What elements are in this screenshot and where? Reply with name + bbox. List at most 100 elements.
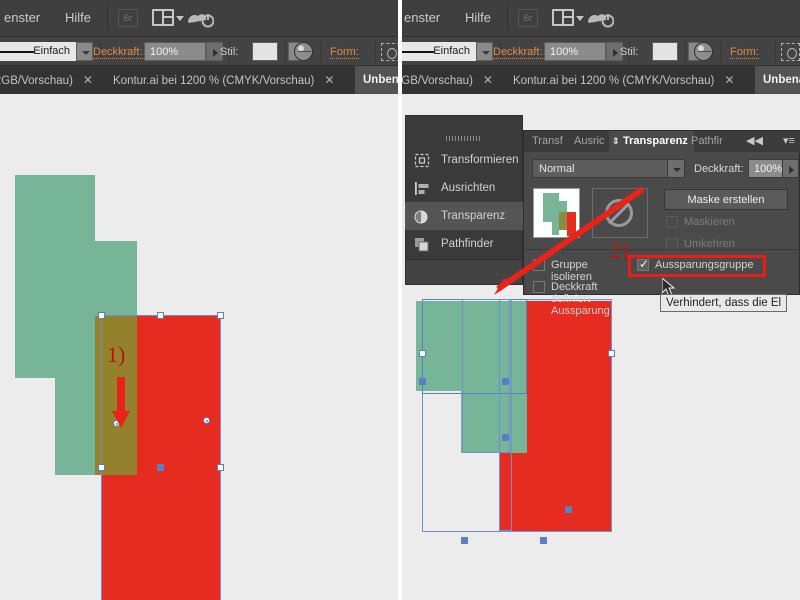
workspace-switcher-icon[interactable] bbox=[586, 10, 615, 28]
annotation-arrow-head-1 bbox=[112, 411, 130, 428]
annotation-arrow-shaft-1 bbox=[117, 377, 125, 413]
green-shape-upper[interactable] bbox=[15, 175, 95, 315]
selection-handle[interactable] bbox=[217, 464, 224, 471]
blend-mode-select[interactable]: Normal bbox=[532, 159, 685, 178]
image-split-divider bbox=[398, 0, 402, 600]
maskieren-checkbox[interactable] bbox=[666, 216, 678, 228]
selection-handle[interactable] bbox=[157, 312, 164, 319]
tab-transformieren[interactable]: Transf bbox=[526, 131, 569, 152]
path-anchor[interactable] bbox=[203, 417, 210, 424]
shape-label[interactable]: Form: bbox=[730, 46, 759, 59]
selection-handle[interactable] bbox=[608, 350, 615, 357]
green-shape-lower[interactable] bbox=[55, 315, 95, 475]
selection-handle[interactable] bbox=[98, 464, 105, 471]
document-tab[interactable]: Kontur.ai bei 1200 % (CMYK/Vorschau) ✕ bbox=[105, 66, 342, 94]
left-screenshot-half: enster Hilfe Br Einfach Deckkraft: 100% … bbox=[0, 0, 400, 600]
stroke-profile-dropdown[interactable] bbox=[76, 42, 93, 61]
document-tab-label: RGB/Vorschau) bbox=[400, 75, 473, 87]
dock-item-label: Transformieren bbox=[441, 154, 519, 166]
close-icon[interactable]: ✕ bbox=[324, 73, 334, 87]
canvas-left[interactable]: 1) bbox=[0, 94, 400, 600]
menu-item-hilfe[interactable]: Hilfe bbox=[465, 10, 491, 25]
close-icon[interactable]: ✕ bbox=[483, 73, 493, 87]
stroke-profile-dropdown[interactable] bbox=[476, 42, 493, 61]
document-tab-active[interactable]: Unbena bbox=[755, 66, 800, 94]
document-tab-label: RGB/Vorschau) bbox=[0, 75, 73, 87]
chevron-down-icon bbox=[576, 16, 584, 21]
annotation-arrow-2 bbox=[494, 186, 645, 295]
bridge-icon[interactable]: Br bbox=[518, 9, 538, 27]
opacity-label[interactable]: Deckkraft: bbox=[493, 46, 543, 59]
selection-handle[interactable] bbox=[217, 312, 224, 319]
bridge-icon[interactable]: Br bbox=[118, 9, 138, 27]
tab-label: Ausric bbox=[574, 135, 605, 147]
opacity-input[interactable]: 100% bbox=[144, 42, 206, 61]
menu-item-fenster[interactable]: enster bbox=[4, 10, 40, 25]
globe-icon[interactable] bbox=[294, 42, 313, 61]
document-tab-active[interactable]: Unbena bbox=[355, 66, 400, 94]
select-similar-icon[interactable] bbox=[781, 43, 800, 61]
tab-label: Pathfir bbox=[691, 135, 723, 147]
stroke-profile-combo[interactable]: Einfach bbox=[400, 42, 476, 61]
annotation-label-1: 1) bbox=[107, 342, 126, 367]
style-swatch-icon[interactable] bbox=[652, 42, 678, 61]
document-tab[interactable]: RGB/Vorschau) ✕ bbox=[400, 66, 501, 94]
path-outline bbox=[499, 299, 512, 531]
document-tab-label: Unbena bbox=[363, 74, 400, 86]
transform-icon bbox=[413, 152, 431, 169]
tooltip: Verhindert, dass die El bbox=[660, 294, 788, 312]
maskieren-label: Maskieren bbox=[684, 216, 735, 228]
menu-bar-right: enster Hilfe Br bbox=[400, 0, 800, 36]
green-shape-step[interactable] bbox=[95, 241, 137, 316]
selection-handle[interactable] bbox=[98, 312, 105, 319]
arrange-documents-icon[interactable] bbox=[552, 9, 584, 27]
transparency-panel-tabs: Transf Ausric ⇕ Transparenz Pathfir ◀◀ ▾… bbox=[524, 131, 800, 152]
tab-transparenz[interactable]: ⇕ Transparenz bbox=[609, 131, 694, 152]
style-swatch-icon[interactable] bbox=[252, 42, 278, 61]
close-icon[interactable]: ✕ bbox=[724, 73, 734, 87]
green-shape-mid-left[interactable] bbox=[15, 315, 55, 378]
menu-divider bbox=[107, 6, 108, 30]
document-tab-label: Kontur.ai bei 1200 % (CMYK/Vorschau) bbox=[113, 75, 315, 87]
selection-center-handle[interactable] bbox=[157, 464, 164, 471]
control-bar-right: Einfach Deckkraft: 100% Stil: Form: bbox=[400, 36, 800, 66]
document-tab-label: Kontur.ai bei 1200 % (CMYK/Vorschau) bbox=[513, 75, 715, 87]
panel-collapse-icon[interactable]: ◀◀ bbox=[740, 131, 769, 152]
globe-icon[interactable] bbox=[694, 42, 713, 61]
panel-menu-icon[interactable]: ▾≡ bbox=[777, 131, 800, 152]
panel-opacity-spinner[interactable] bbox=[782, 159, 799, 178]
selection-center-handle[interactable] bbox=[565, 506, 572, 513]
tab-sort-icon: ⇕ bbox=[612, 136, 620, 146]
document-tab[interactable]: RGB/Vorschau) ✕ bbox=[0, 66, 101, 94]
menu-item-hilfe[interactable]: Hilfe bbox=[65, 10, 91, 25]
blend-mode-dropdown-icon[interactable] bbox=[667, 159, 685, 178]
tab-pathfinder[interactable]: Pathfir bbox=[685, 131, 729, 152]
shape-label[interactable]: Form: bbox=[330, 46, 359, 59]
tab-ausrichten[interactable]: Ausric bbox=[568, 131, 611, 152]
selection-handle[interactable] bbox=[502, 378, 509, 385]
menu-item-fenster[interactable]: enster bbox=[404, 10, 440, 25]
stroke-profile-combo[interactable]: Einfach bbox=[0, 42, 76, 61]
menu-bar-left: enster Hilfe Br bbox=[0, 0, 400, 36]
make-mask-button[interactable]: Maske erstellen bbox=[664, 189, 788, 210]
document-tab[interactable]: Kontur.ai bei 1200 % (CMYK/Vorschau) ✕ bbox=[505, 66, 742, 94]
opacity-label[interactable]: Deckkraft: bbox=[93, 46, 143, 59]
document-tab-label: Unbena bbox=[763, 74, 800, 86]
style-label: Stil: bbox=[620, 46, 639, 58]
selection-handle[interactable] bbox=[419, 350, 426, 357]
selection-handle[interactable] bbox=[419, 378, 426, 385]
tab-label: Transf bbox=[532, 135, 563, 147]
selection-handle[interactable] bbox=[540, 537, 547, 544]
selection-handle[interactable] bbox=[502, 434, 509, 441]
selection-handle[interactable] bbox=[461, 537, 468, 544]
panel-drag-grip[interactable] bbox=[446, 136, 480, 141]
opacity-input[interactable]: 100% bbox=[544, 42, 606, 61]
arrange-documents-icon[interactable] bbox=[152, 9, 184, 27]
stroke-profile-value: Einfach bbox=[33, 45, 70, 57]
workspace-switcher-icon[interactable] bbox=[186, 10, 215, 28]
tab-label: Transparenz bbox=[623, 135, 688, 147]
close-icon[interactable]: ✕ bbox=[83, 73, 93, 87]
document-tab-bar-right: RGB/Vorschau) ✕ Kontur.ai bei 1200 % (CMY… bbox=[400, 66, 800, 94]
dock-item-transformieren[interactable]: Transformieren bbox=[405, 146, 523, 174]
document-tab-bar-left: RGB/Vorschau) ✕ Kontur.ai bei 1200 % (CMY… bbox=[0, 66, 400, 94]
